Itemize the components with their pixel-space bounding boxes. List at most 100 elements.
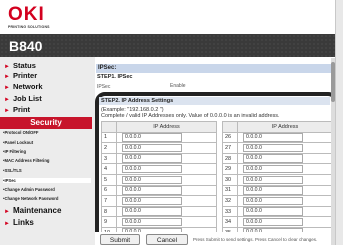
- ip-cell: 0.0.0.0: [116, 131, 217, 144]
- ip-address-input[interactable]: 0.0.0.0: [122, 217, 182, 227]
- security-subitem[interactable]: •Change Admin Password: [3, 187, 91, 192]
- row-number: 29: [222, 163, 238, 175]
- row-number: 27: [222, 142, 238, 154]
- security-subitem[interactable]: •Protocol ON/OFF: [3, 130, 91, 135]
- row-number: 6: [101, 184, 117, 197]
- sidebar-item-label: Printer: [12, 71, 38, 80]
- ip-cell: 0.0.0.0: [237, 205, 333, 218]
- ip-address-input[interactable]: 0.0.0.0: [243, 143, 303, 153]
- ip-cell: 0.0.0.0: [116, 184, 217, 197]
- row-number: 34: [222, 216, 238, 228]
- table-row: 2 0.0.0.0: [101, 142, 217, 154]
- row-number: 30: [222, 173, 238, 186]
- table-row: 30 0.0.0.0: [222, 173, 333, 186]
- table-header-ip: IP Address: [116, 121, 217, 133]
- ip-address-input[interactable]: 0.0.0.0: [243, 164, 303, 174]
- security-subitem[interactable]: •SSL/TLS: [3, 168, 91, 173]
- button-note: Press Submit to send settings. Press Can…: [193, 237, 318, 242]
- ip-address-input[interactable]: 0.0.0.0: [243, 207, 303, 216]
- ip-cell: 0.0.0.0: [237, 216, 333, 228]
- table-row: 26 0.0.0.0: [222, 131, 333, 144]
- ip-address-input[interactable]: 0.0.0.0: [122, 186, 182, 195]
- ip-cell: 0.0.0.0: [116, 173, 217, 186]
- ip-cell: 0.0.0.0: [237, 131, 333, 144]
- ip-address-input[interactable]: 0.0.0.0: [243, 175, 303, 185]
- table-row: 28 0.0.0.0: [222, 152, 333, 165]
- ip-cell: 0.0.0.0: [116, 142, 217, 154]
- model-name: B840: [9, 38, 43, 54]
- step1-heading: STEP1. IPSec: [97, 74, 133, 80]
- ip-address-input[interactable]: 0.0.0.0: [243, 186, 303, 195]
- chevron-right-icon: ►: [4, 221, 10, 227]
- ip-cell: 0.0.0.0: [237, 184, 333, 197]
- sidebar-item-label: Status: [12, 61, 36, 70]
- table-row: 32 0.0.0.0: [222, 195, 333, 207]
- security-subitem[interactable]: •Panel Lockout: [3, 140, 91, 145]
- row-number: 5: [101, 173, 117, 186]
- table-row: 31 0.0.0.0: [222, 184, 333, 197]
- chevron-right-icon: ►: [4, 64, 10, 70]
- ip-address-input[interactable]: 0.0.0.0: [243, 154, 303, 163]
- security-subitem[interactable]: •IP Filtering: [3, 149, 91, 154]
- ip-cell: 0.0.0.0: [237, 195, 333, 207]
- ip-cell: 0.0.0.0: [116, 163, 217, 175]
- row-number: 31: [222, 184, 238, 197]
- row-number: 2: [101, 142, 117, 154]
- sidebar-item-print[interactable]: ► Print: [4, 105, 92, 115]
- sidebar-item-status[interactable]: ► Status: [4, 61, 92, 71]
- ip-cell: 0.0.0.0: [116, 216, 217, 228]
- ip-cell: 0.0.0.0: [237, 163, 333, 175]
- ip-address-input[interactable]: 0.0.0.0: [243, 133, 303, 142]
- chevron-right-icon: ►: [4, 85, 10, 91]
- table-row: 27 0.0.0.0: [222, 142, 333, 154]
- ip-address-input[interactable]: 0.0.0.0: [243, 217, 303, 227]
- security-subitem[interactable]: •MAC Address Filtering: [3, 158, 91, 163]
- sidebar-item-label: Links: [12, 218, 34, 227]
- table-row: 5 0.0.0.0: [101, 173, 217, 186]
- ip-address-input[interactable]: 0.0.0.0: [122, 175, 182, 185]
- web-page: OKI PRINTING SOLUTIONS B840 ► Status ► Prin…: [0, 0, 343, 245]
- ip-address-input[interactable]: 0.0.0.0: [122, 164, 182, 174]
- table-row: 3 0.0.0.0: [101, 152, 217, 165]
- ip-cell: 0.0.0.0: [237, 152, 333, 165]
- sidebar-item-label: Job List: [12, 94, 42, 103]
- ip-address-input[interactable]: 0.0.0.0: [122, 154, 182, 163]
- sidebar-item-job-list[interactable]: ► Job List: [4, 94, 92, 104]
- row-number: 32: [222, 195, 238, 207]
- sidebar-item-label: Network: [12, 82, 43, 91]
- sidebar-item-maintenance[interactable]: ► Maintenance: [4, 206, 92, 216]
- table-row: 4 0.0.0.0: [101, 163, 217, 175]
- sidebar-item-printer[interactable]: ► Printer: [4, 71, 92, 81]
- table-row: 7 0.0.0.0: [101, 195, 217, 207]
- cancel-button[interactable]: Cancel: [146, 234, 188, 245]
- ip-address-input[interactable]: 0.0.0.0: [122, 207, 182, 216]
- sidebar-item-network[interactable]: ► Network: [4, 82, 92, 92]
- ip-address-input[interactable]: 0.0.0.0: [122, 196, 182, 206]
- security-subitem[interactable]: •Change Network Password: [3, 196, 91, 201]
- validation-note: Complete / valid IP Addresses only. Valu…: [101, 113, 280, 119]
- row-number: 1: [101, 131, 117, 144]
- row-number: 4: [101, 163, 117, 175]
- ip-address-input[interactable]: 0.0.0.0: [122, 143, 182, 153]
- table-header-ip: IP Address: [237, 121, 333, 133]
- ip-cell: 0.0.0.0: [116, 195, 217, 207]
- chevron-right-icon: ►: [4, 74, 10, 80]
- table-row: 33 0.0.0.0: [222, 205, 333, 218]
- sidebar-item-security[interactable]: Security: [0, 117, 92, 129]
- step2-heading: STEP2. IP Address Settings: [99, 97, 330, 105]
- sidebar-item-label: Print: [12, 105, 31, 114]
- table-row: 34 0.0.0.0: [222, 216, 333, 228]
- sidebar-item-links[interactable]: ► Links: [4, 218, 92, 228]
- row-number: 26: [222, 131, 238, 144]
- table-row: 29 0.0.0.0: [222, 163, 333, 175]
- security-subitem[interactable]: •IPSec: [3, 178, 91, 183]
- table-header-spacer: [101, 121, 117, 133]
- chevron-right-icon: ►: [4, 97, 10, 103]
- ip-cell: 0.0.0.0: [237, 173, 333, 186]
- ip-address-input[interactable]: 0.0.0.0: [122, 133, 182, 142]
- logo-tagline: PRINTING SOLUTIONS: [8, 25, 50, 29]
- row-number: 9: [101, 216, 117, 228]
- submit-button[interactable]: Submit: [100, 234, 140, 245]
- ip-address-input[interactable]: 0.0.0.0: [243, 196, 303, 206]
- ipsec-select[interactable]: Enable: [170, 83, 186, 89]
